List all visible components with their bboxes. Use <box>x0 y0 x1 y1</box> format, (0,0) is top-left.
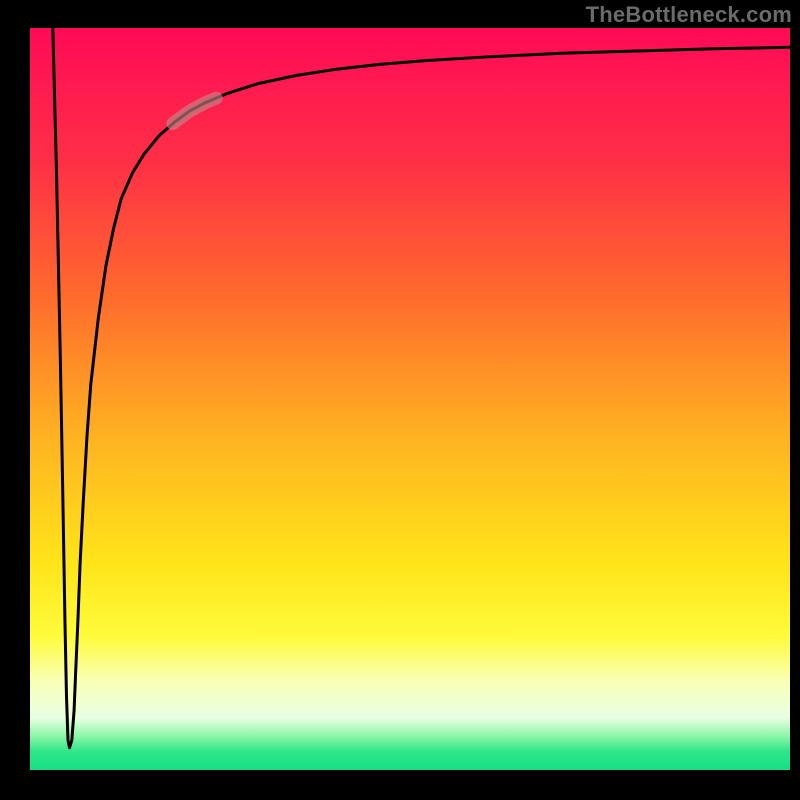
chart-stage: TheBottleneck.com <box>0 0 800 800</box>
frame-left <box>0 0 30 800</box>
bottleneck-curve-chart <box>0 0 800 800</box>
frame-right <box>790 0 800 800</box>
watermark-text: TheBottleneck.com <box>586 2 792 28</box>
plot-gradient-background <box>30 28 790 770</box>
frame-bottom <box>0 770 800 800</box>
